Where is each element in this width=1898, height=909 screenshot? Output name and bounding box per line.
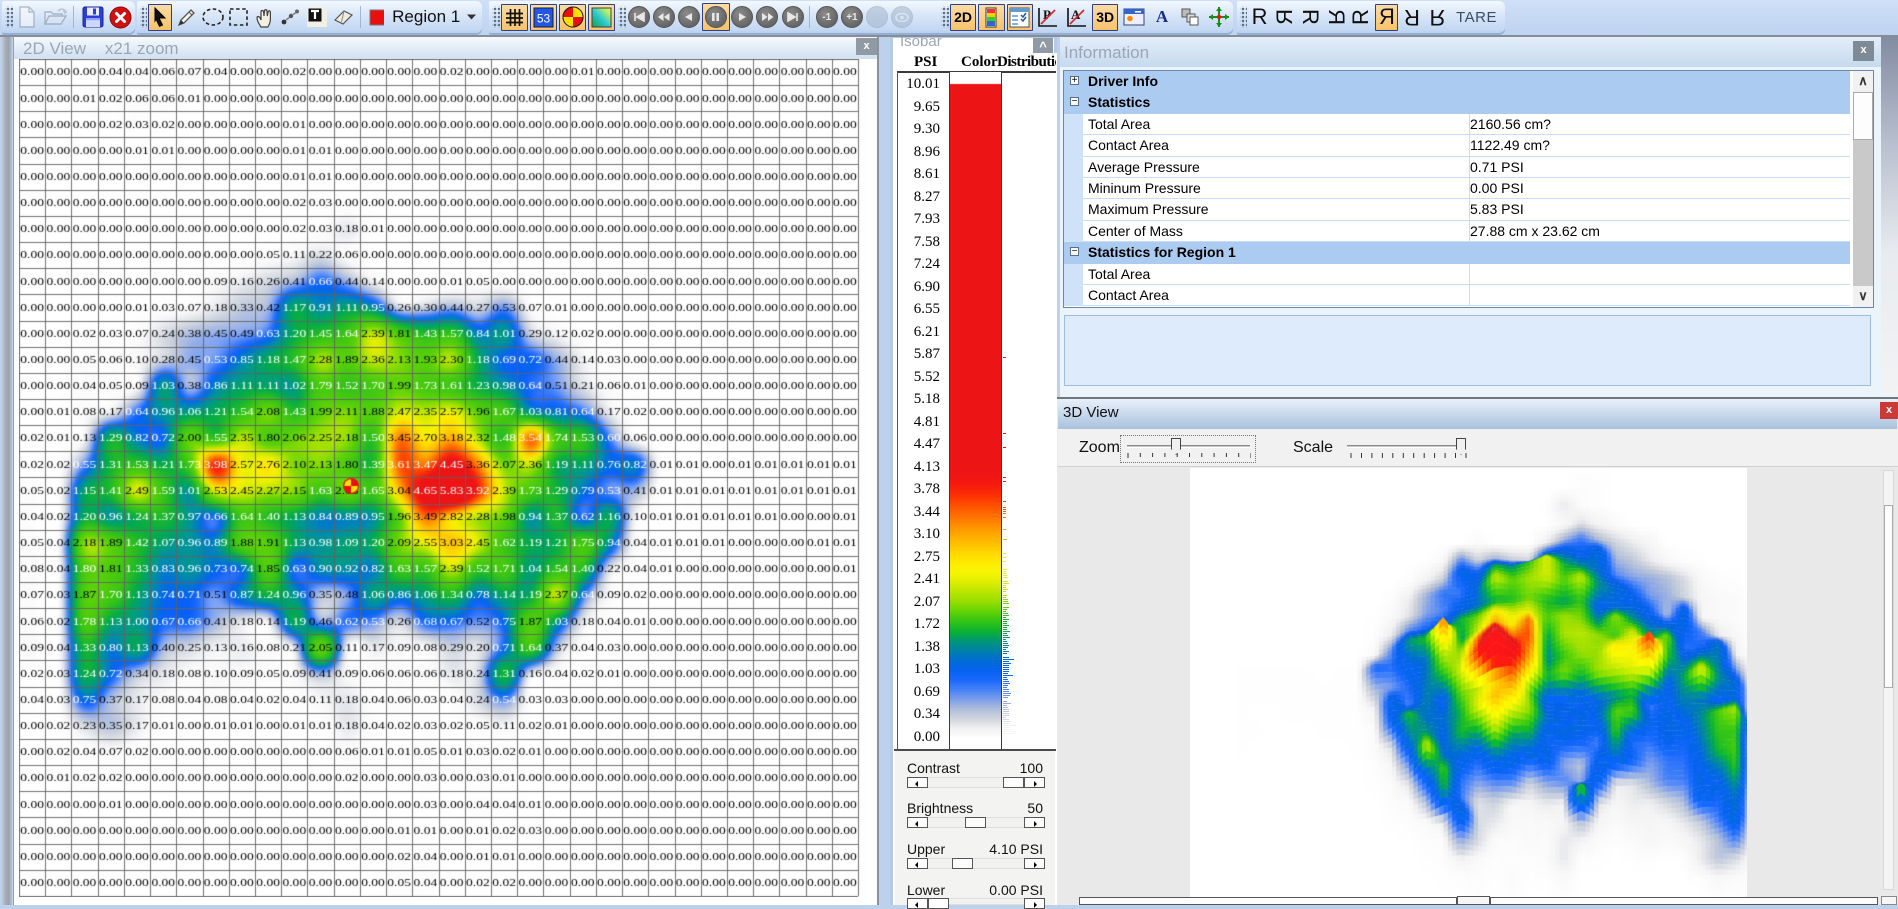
svg-text:53: 53 [537, 11, 551, 25]
